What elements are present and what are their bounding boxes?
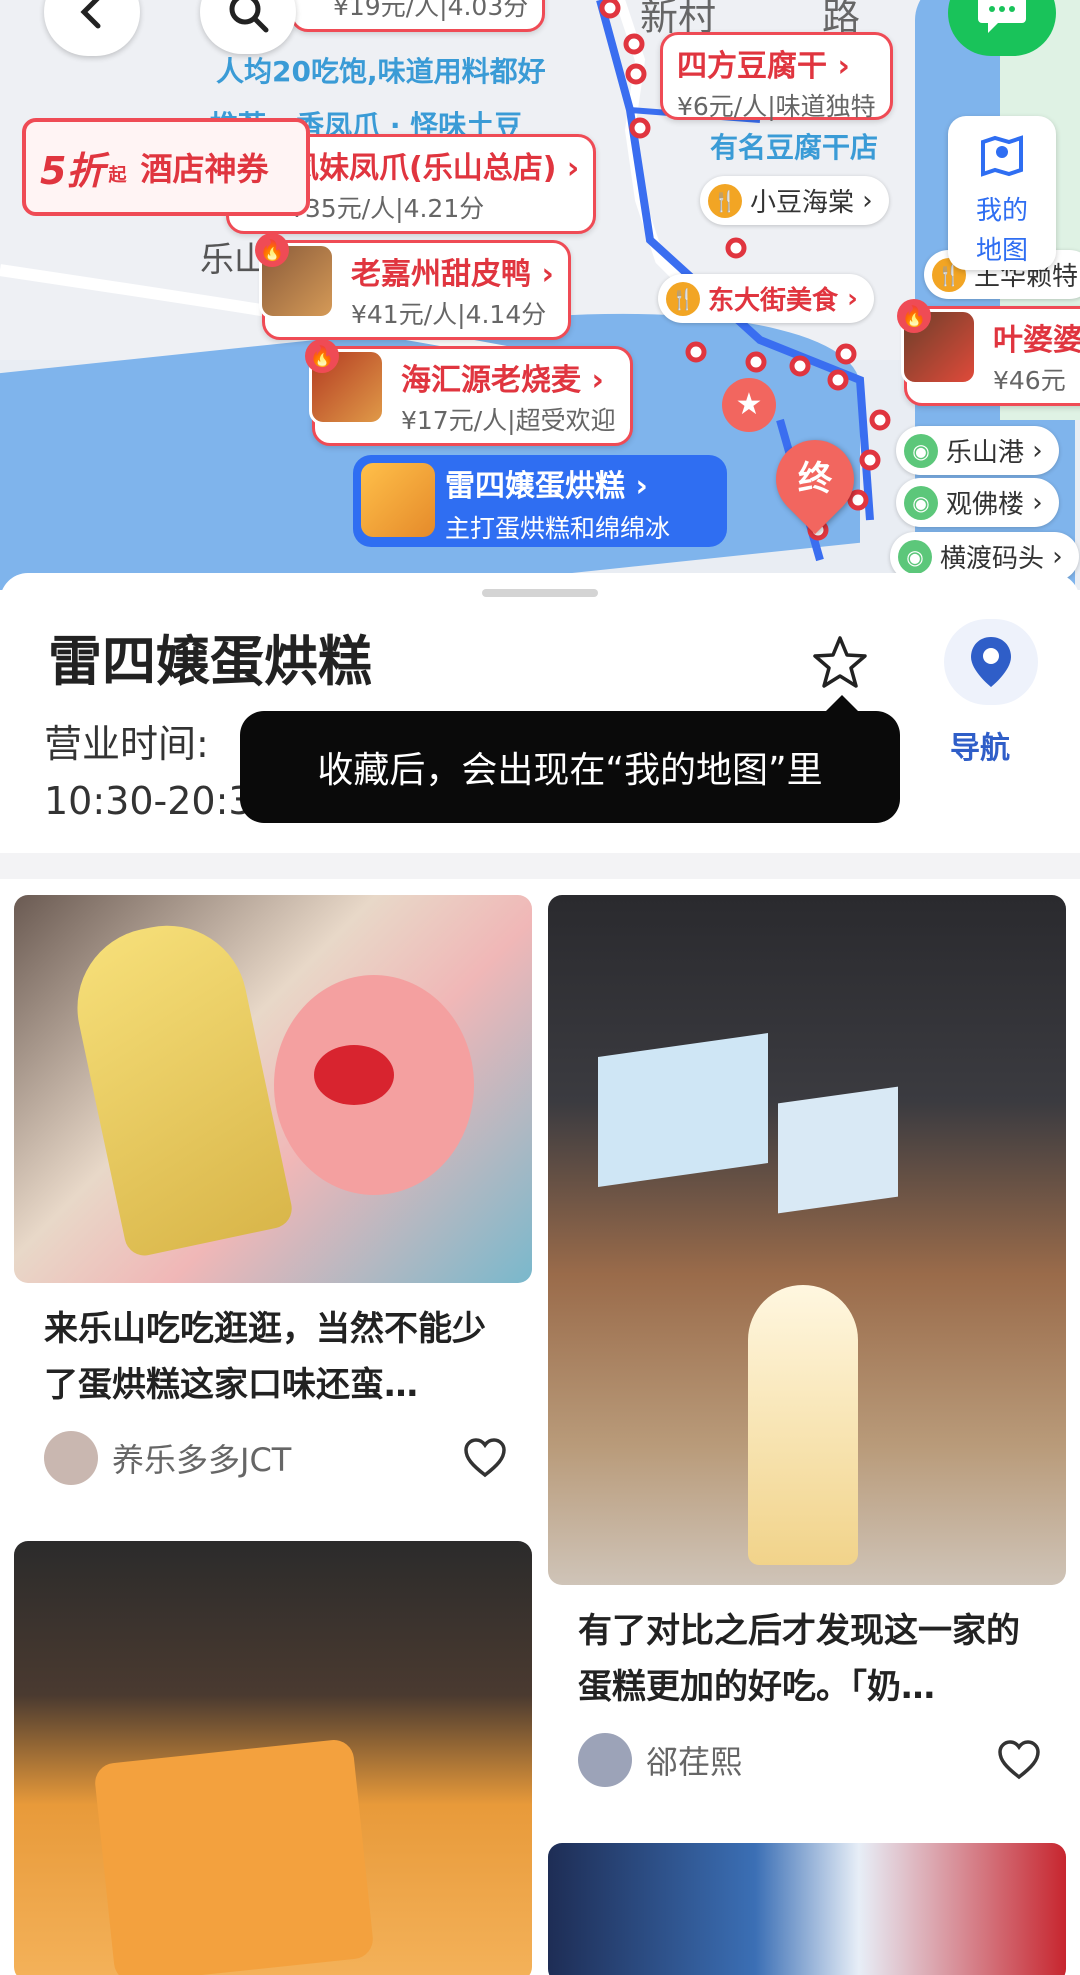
- tag-label: 乐山港: [946, 438, 1025, 468]
- note-caption: 来乐山吃吃逛逛，当然不能少了蛋烘糕这家口味还蛮…: [44, 1309, 486, 1405]
- note-image: [548, 895, 1066, 1585]
- selected-poi-pin[interactable]: 雷四嬢蛋烘糕 › 主打蛋烘糕和绵绵冰: [353, 455, 727, 547]
- map-poi-pin[interactable]: ¥19元/人|4.03分: [290, 0, 546, 32]
- like-heart-icon[interactable]: [996, 1737, 1042, 1783]
- map-poi-pin[interactable]: 🔥 老嘉州甜皮鸭 › ¥41元/人|4.14分: [255, 233, 571, 340]
- map-place-label: 有名豆腐干店: [710, 131, 879, 164]
- navigation-label[interactable]: 导航: [950, 723, 1010, 767]
- map-poi-pin[interactable]: 🔥 叶婆婆 ¥46元: [897, 299, 1080, 406]
- business-hours-label: 营业时间:: [44, 722, 209, 766]
- star-marker-icon[interactable]: ★: [722, 378, 776, 432]
- map-tag[interactable]: ◉ 观佛楼 ›: [896, 478, 1059, 527]
- tag-label: 东大街美食: [708, 286, 839, 316]
- poi-sub: ¥19元/人|4.03分: [333, 0, 529, 21]
- map-view[interactable]: 新村 路 人均20吃饱,味道用料都好 推荐 · 香凤爪 · 怪味土豆 有名豆腐干…: [0, 0, 1080, 590]
- hotel-coupon-badge[interactable]: 5折 起 酒店神券: [22, 118, 310, 216]
- end-marker-label: 终: [798, 459, 832, 499]
- poi-thumbnail: [361, 463, 435, 537]
- place-detail-sheet[interactable]: 雷四嬢蛋烘糕 导航 营业时间: 10:30-20:30 收藏后，会出现在“我的地…: [0, 573, 1080, 1975]
- chat-icon: [978, 0, 1026, 33]
- poi-sub: ¥41元/人|4.14分: [351, 300, 547, 329]
- map-area-text: 人均20吃饱,味道用料都好: [216, 55, 546, 88]
- food-icon: 🍴: [708, 183, 742, 218]
- place-title: 雷四嬢蛋烘糕: [48, 630, 372, 693]
- hot-icon: 🔥: [897, 299, 931, 333]
- tag-label: 观佛楼: [946, 490, 1025, 520]
- note-card[interactable]: 有了对比之后才发现这一家的蛋糕更加的好吃。「奶… 郤荏熙: [548, 895, 1066, 1787]
- poi-title: 海汇源老烧麦: [401, 363, 581, 398]
- poi-sub: ¥35元/人|4.21分: [289, 194, 485, 223]
- poi-sub: ¥6元/人|味道独特: [677, 92, 876, 121]
- like-heart-icon[interactable]: [462, 1435, 508, 1481]
- scenic-icon: ◉: [904, 485, 938, 520]
- food-icon: 🍴: [666, 281, 700, 316]
- note-caption: 有了对比之后才发现这一家的蛋糕更加的好吃。「奶…: [578, 1611, 1020, 1707]
- note-card[interactable]: [14, 1541, 532, 1975]
- section-divider: [0, 853, 1080, 879]
- scenic-icon: ◉: [898, 539, 932, 574]
- map-icon: [981, 135, 1023, 177]
- poi-title: 四方豆腐干: [677, 49, 827, 84]
- map-tag[interactable]: ◉ 乐山港 ›: [896, 426, 1059, 475]
- my-map-button[interactable]: 我的地图: [948, 116, 1056, 270]
- note-card[interactable]: [548, 1843, 1066, 1975]
- map-poi-pin[interactable]: 🔥 海汇源老烧麦 › ¥17元/人|超受欢迎: [305, 339, 633, 446]
- search-icon: [229, 0, 269, 33]
- map-tag[interactable]: 🍴 小豆海棠 ›: [700, 176, 889, 225]
- map-tag[interactable]: 🍴 东大街美食 ›: [658, 274, 874, 323]
- navigation-pin-icon: [971, 637, 1011, 687]
- my-map-label: 我的地图: [975, 196, 1028, 266]
- note-card[interactable]: 来乐山吃吃逛逛，当然不能少了蛋烘糕这家口味还蛮… 养乐多多JCT: [14, 895, 532, 1485]
- map-poi-pin[interactable]: 四方豆腐干 › ¥6元/人|味道独特: [660, 32, 893, 121]
- poi-sub: ¥17元/人|超受欢迎: [401, 406, 616, 435]
- chevron-left-icon: [80, 0, 101, 29]
- note-image: [548, 1843, 1066, 1975]
- hot-icon: 🔥: [255, 233, 289, 267]
- favorite-star-icon[interactable]: [810, 633, 870, 693]
- note-image: [14, 895, 532, 1283]
- note-image: [14, 1541, 532, 1975]
- tag-label: 横渡码头: [940, 544, 1045, 574]
- author-name: 养乐多多JCT: [112, 1441, 292, 1479]
- poi-title: 老嘉州甜皮鸭: [351, 257, 531, 292]
- poi-title: 叶婆婆: [993, 323, 1080, 358]
- favorite-tooltip: 收藏后，会出现在“我的地图”里: [240, 695, 900, 823]
- coupon-discount: 5折: [40, 148, 105, 193]
- poi-sub: ¥46元: [993, 366, 1066, 395]
- hot-icon: 🔥: [305, 339, 339, 373]
- sheet-drag-handle[interactable]: [482, 589, 598, 597]
- coupon-qi: 起: [108, 165, 127, 186]
- route-end-marker[interactable]: 终: [759, 423, 871, 535]
- navigation-button[interactable]: [944, 619, 1038, 705]
- coupon-label: 酒店神券: [140, 150, 269, 188]
- scenic-icon: ◉: [904, 433, 938, 468]
- poi-title: 凤妹凤爪(乐山总店): [289, 151, 557, 186]
- poi-sub: 主打蛋烘糕和绵绵冰: [445, 514, 671, 543]
- tag-label: 小豆海棠: [750, 188, 855, 218]
- author-avatar: [578, 1733, 632, 1787]
- poi-title: 雷四嬢蛋烘糕: [445, 469, 625, 504]
- author-name: 郤荏熙: [646, 1743, 743, 1781]
- author-avatar: [44, 1431, 98, 1485]
